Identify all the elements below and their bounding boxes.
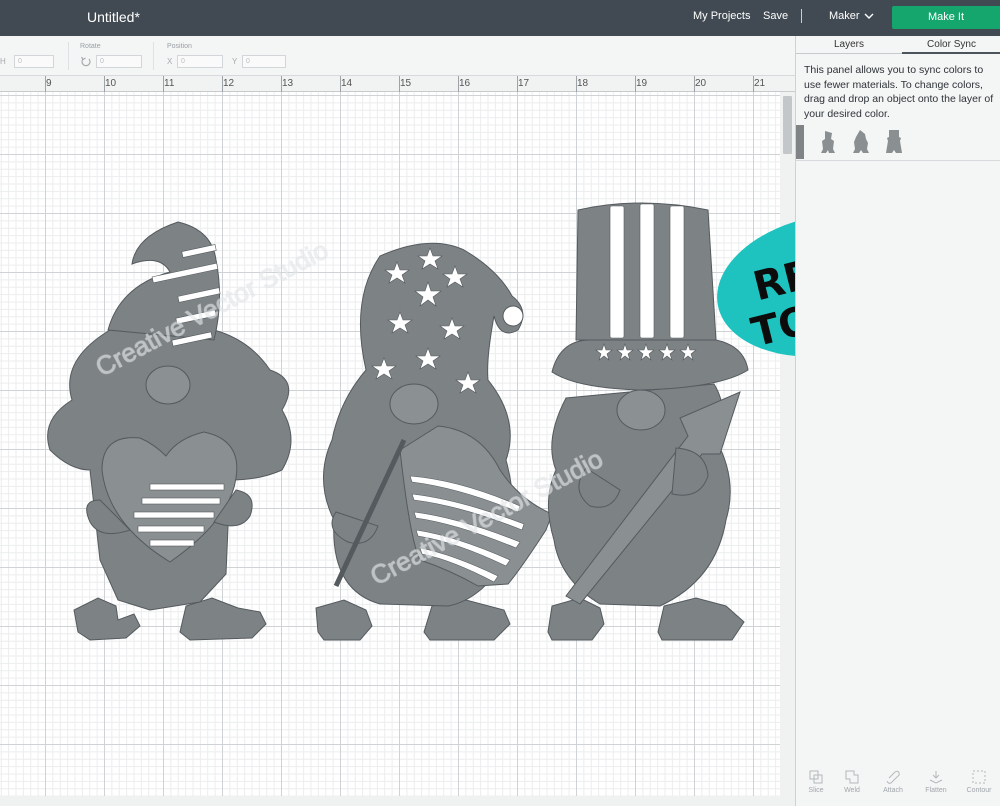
ruler-tick-label: 16 xyxy=(459,78,471,89)
ruler-tick-mark xyxy=(45,76,46,92)
gnome-thumbnail-icon[interactable] xyxy=(851,129,871,155)
ruler-tick-label: 17 xyxy=(518,78,530,89)
ruler-tick-label: 21 xyxy=(754,78,766,89)
ruler-tick-mark xyxy=(104,76,105,92)
gnome-thumbnail-icon[interactable] xyxy=(884,129,904,155)
make-it-button[interactable]: Make It xyxy=(892,6,1000,29)
slice-tool[interactable]: Slice xyxy=(796,769,836,794)
ruler-tick-label: 20 xyxy=(695,78,707,89)
height-field[interactable]: 0 xyxy=(14,55,54,68)
weld-tool[interactable]: Weld xyxy=(832,769,872,794)
flatten-tool[interactable]: Flatten xyxy=(916,769,956,794)
ruler-tick-mark xyxy=(694,76,695,92)
ruler-tick-label: 18 xyxy=(577,78,589,89)
ruler-tick-label: 13 xyxy=(282,78,294,89)
position-label: Position xyxy=(167,43,192,50)
ruler-tick-mark xyxy=(458,76,459,92)
gnome-middle xyxy=(315,242,553,641)
weld-icon xyxy=(845,770,859,784)
tab-color-sync[interactable]: Color Sync xyxy=(902,36,1000,54)
ruler-tick-label: 10 xyxy=(105,78,117,89)
color-swatch[interactable] xyxy=(796,125,804,159)
weld-label: Weld xyxy=(844,787,860,794)
attach-label: Attach xyxy=(883,787,903,794)
machine-select[interactable]: Maker xyxy=(829,10,860,22)
rotate-field[interactable]: 0 xyxy=(96,55,142,68)
toolbar-divider xyxy=(68,42,69,70)
x-label: X xyxy=(167,57,173,66)
horizontal-scrollbar[interactable] xyxy=(0,796,795,806)
right-panel: Layers Color Sync This panel allows you … xyxy=(795,36,1000,806)
flatten-icon xyxy=(929,771,943,784)
ruler-tick-mark xyxy=(635,76,636,92)
ruler-tick-label: 11 xyxy=(164,78,175,89)
my-projects-link[interactable]: My Projects xyxy=(693,10,750,22)
edit-toolbar: H 0 Rotate 0 Position X 0 Y 0 xyxy=(0,36,795,76)
y-position-field[interactable]: 0 xyxy=(242,55,286,68)
bottom-tools: Slice Weld Attach Flatten Contour xyxy=(796,763,1000,806)
flatten-label: Flatten xyxy=(925,787,947,794)
ruler-tick-mark xyxy=(340,76,341,92)
header-separator xyxy=(801,9,802,23)
horizontal-ruler: 9 10 11 12 13 14 15 16 17 18 19 20 21 xyxy=(0,76,795,92)
ruler-tick-mark xyxy=(753,76,754,92)
tab-layers[interactable]: Layers xyxy=(796,36,902,54)
ruler-tick-label: 12 xyxy=(223,78,235,89)
ruler-tick-mark xyxy=(517,76,518,92)
rotate-label: Rotate xyxy=(80,43,101,50)
attach-tool[interactable]: Attach xyxy=(873,769,913,794)
x-position-field[interactable]: 0 xyxy=(177,55,223,68)
vertical-scrollbar[interactable] xyxy=(780,92,795,796)
ruler-tick-mark xyxy=(222,76,223,92)
design-canvas[interactable]: Creative Vector Studio Creative Vector S… xyxy=(0,92,780,796)
save-button[interactable]: Save xyxy=(763,10,788,22)
ruler-tick-mark xyxy=(163,76,164,92)
y-label: Y xyxy=(232,57,238,66)
toolbar-divider xyxy=(153,42,154,70)
chevron-down-icon[interactable] xyxy=(864,12,874,20)
gnome-artwork[interactable]: Creative Vector Studio Creative Vector S… xyxy=(0,92,780,796)
attach-icon xyxy=(886,770,900,784)
contour-tool[interactable]: Contour xyxy=(959,769,999,794)
ruler-tick-label: 14 xyxy=(341,78,353,89)
ruler-tick-mark xyxy=(281,76,282,92)
panel-tabs: Layers Color Sync xyxy=(796,36,1000,54)
top-bar: Untitled* My Projects Save Maker Make It xyxy=(0,0,1000,36)
rotate-icon xyxy=(80,56,91,67)
ruler-tick-label: 19 xyxy=(636,78,648,89)
slice-label: Slice xyxy=(808,787,824,794)
color-layer-row[interactable] xyxy=(796,125,1000,161)
ruler-tick-label: 9 xyxy=(46,78,52,89)
height-label: H xyxy=(0,57,6,66)
scrollbar-thumb[interactable] xyxy=(783,96,792,154)
color-sync-description: This panel allows you to sync colors to … xyxy=(804,64,994,120)
document-title[interactable]: Untitled* xyxy=(87,9,140,25)
ruler-tick-label: 15 xyxy=(400,78,412,89)
slice-icon xyxy=(809,770,823,784)
contour-icon xyxy=(972,770,986,784)
contour-label: Contour xyxy=(966,787,992,794)
gnome-thumbnail-icon[interactable] xyxy=(818,129,838,155)
ruler-tick-mark xyxy=(399,76,400,92)
ruler-tick-mark xyxy=(576,76,577,92)
